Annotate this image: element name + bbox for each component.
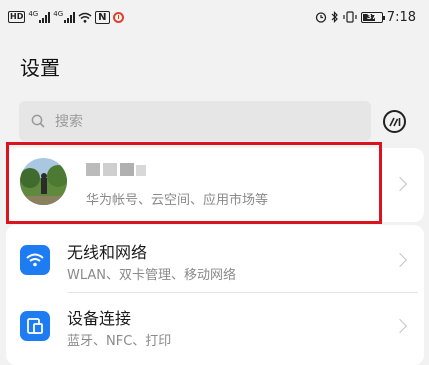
wifi-status-icon	[78, 12, 92, 23]
chevron-right-icon	[392, 318, 408, 334]
wifi-icon	[20, 245, 50, 275]
settings-item-subtitle: 蓝牙、NFC、打印	[67, 334, 172, 349]
account-highlight-box	[6, 142, 382, 224]
nfc-icon: N	[95, 10, 110, 24]
app-notification-icon	[112, 11, 124, 23]
bluetooth-icon	[331, 11, 338, 23]
status-time: 7:18	[386, 9, 416, 25]
vibrate-icon	[343, 11, 357, 23]
huawei-ai-glyph	[388, 117, 400, 126]
search-icon	[31, 114, 45, 128]
signal-icon: 4G	[28, 10, 51, 23]
settings-item-wireless[interactable]: 无线和网络 WLAN、双卡管理、移动网络	[6, 228, 424, 294]
hd-badge: HD	[8, 11, 26, 23]
settings-item-title: 设备连接	[67, 309, 132, 328]
battery-icon: 37	[360, 11, 385, 23]
divider	[67, 292, 418, 293]
status-left: HD 4G 4G N	[0, 10, 124, 24]
search-placeholder: 搜索	[55, 114, 83, 130]
page-title: 设置	[20, 56, 60, 80]
alarm-icon	[315, 12, 326, 23]
settings-item-device-connection[interactable]: 设备连接 蓝牙、NFC、打印	[6, 294, 424, 360]
device-connection-icon	[20, 311, 50, 341]
huawei-ai-icon[interactable]	[383, 110, 406, 133]
status-bar: HD 4G 4G N 37 7:18	[0, 0, 429, 34]
chevron-right-icon	[392, 252, 408, 268]
settings-item-subtitle: WLAN、双卡管理、移动网络	[67, 268, 237, 283]
signal-icon: 4G	[53, 10, 76, 23]
search-input[interactable]: 搜索	[19, 101, 371, 141]
settings-item-title: 无线和网络	[67, 243, 148, 262]
status-right: 37 7:18	[315, 10, 429, 25]
